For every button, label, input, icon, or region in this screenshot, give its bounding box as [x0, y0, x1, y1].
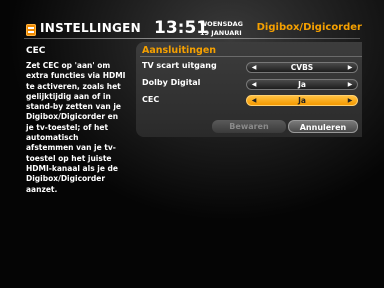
clock-weekday: WOENSDAG — [200, 20, 244, 28]
setting-label-cec: CEC — [142, 95, 160, 104]
save-button[interactable]: Bewaren — [212, 120, 286, 133]
header-divider — [24, 38, 360, 39]
cancel-button[interactable]: Annuleren — [288, 120, 358, 133]
menu-title: INSTELLINGEN — [40, 21, 142, 35]
screen-background: INSTELLINGEN 13:51 WOENSDAG 19 JANUARI D… — [0, 0, 384, 288]
arrow-right-icon[interactable]: ▶ — [345, 80, 355, 89]
help-title: CEC — [26, 46, 46, 56]
clock-date: 19 JANUARI — [200, 29, 242, 37]
setting-label-dolby-digital: Dolby Digital — [142, 78, 201, 87]
cec-value: Ja — [298, 96, 306, 105]
device-name: Digibox/Digicorder — [256, 22, 362, 33]
setting-label-tv-scart: TV scart uitgang — [142, 61, 217, 70]
arrow-left-icon[interactable]: ◀ — [249, 96, 259, 105]
arrow-left-icon[interactable]: ◀ — [249, 63, 259, 72]
panel-divider — [140, 56, 362, 57]
tv-scart-selector[interactable]: ◀ CVBS ▶ — [246, 62, 358, 73]
dolby-digital-selector[interactable]: ◀ Ja ▶ — [246, 79, 358, 90]
dolby-digital-value: Ja — [298, 80, 306, 89]
tv-scart-value: CVBS — [290, 63, 314, 72]
menu-settings-icon — [26, 24, 36, 36]
arrow-right-icon[interactable]: ▶ — [345, 96, 355, 105]
arrow-right-icon[interactable]: ▶ — [345, 63, 355, 72]
help-text: Zet CEC op 'aan' om extra functies via H… — [26, 61, 126, 194]
arrow-left-icon[interactable]: ◀ — [249, 80, 259, 89]
panel-title: Aansluitingen — [142, 45, 217, 56]
cec-selector[interactable]: ◀ Ja ▶ — [246, 95, 358, 106]
